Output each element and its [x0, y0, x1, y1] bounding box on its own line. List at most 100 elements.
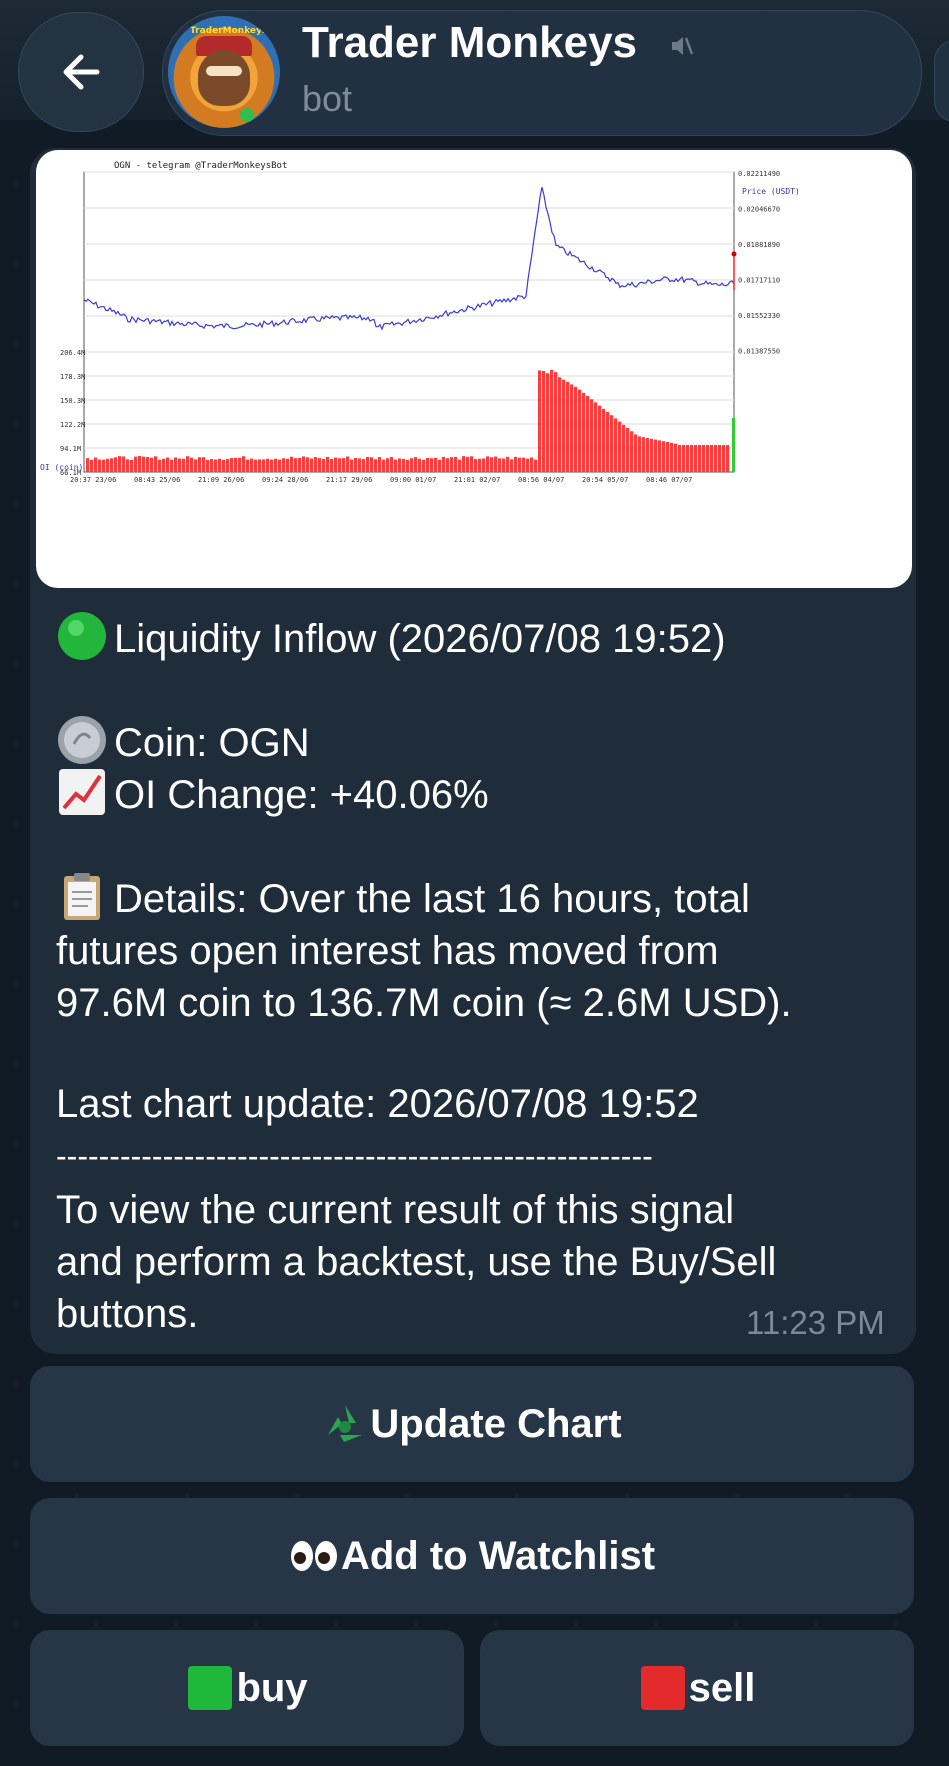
oi-bar: [590, 399, 594, 472]
oi-bar: [238, 457, 242, 472]
oi-bar: [490, 457, 494, 472]
oi-bar: [446, 458, 450, 472]
oi-tick-label: 178.3M: [60, 373, 85, 381]
clipboard-icon: [64, 873, 100, 920]
oi-bar: [614, 418, 618, 472]
bot-avatar[interactable]: TraderMonkeysBot: [168, 16, 280, 128]
oi-bar: [706, 445, 710, 472]
green-square-icon: [188, 1666, 233, 1710]
price-tick-label: 0.01881890: [738, 241, 780, 249]
oi-bar: [642, 437, 646, 472]
oi-bar: [474, 459, 478, 472]
oi-bar: [578, 389, 582, 472]
oi-bar: [626, 428, 630, 472]
oi-bar: [526, 458, 530, 472]
oi-bar: [142, 456, 146, 472]
oi-bar: [434, 457, 438, 472]
message-headline: Liquidity Inflow (2026/07/08 19:52): [56, 610, 896, 665]
x-tick-label: 08:56 04/07: [518, 476, 564, 484]
price-tick-label: 0.02046670: [738, 206, 780, 214]
oi-bar: [462, 456, 466, 472]
oi-bar: [194, 459, 198, 472]
oi-bar: [482, 458, 486, 472]
oi-bar: [606, 412, 610, 472]
oi-bar: [242, 456, 246, 472]
oi-bar: [546, 373, 550, 472]
oi-bar: [170, 459, 174, 472]
oi-bar: [582, 392, 586, 472]
update-chart-button[interactable]: Update Chart: [30, 1366, 914, 1482]
oi-bar: [438, 459, 442, 472]
sell-label: sell: [688, 1665, 756, 1710]
eyes-icon: [290, 1541, 337, 1571]
oi-bar: [594, 402, 598, 472]
price-tick-label: 0.01387550: [738, 348, 780, 356]
oi-bar: [478, 458, 482, 472]
add-to-watchlist-button[interactable]: Add to Watchlist: [30, 1498, 914, 1614]
oi-bar: [498, 458, 502, 472]
message-time: 11:23 PM: [746, 1304, 885, 1341]
oi-bar: [218, 458, 222, 472]
oi-bar: [338, 458, 342, 472]
price-tick-label: 0.01717110: [738, 277, 780, 285]
oi-bar: [178, 458, 182, 472]
oi-bar: [538, 370, 542, 472]
red-square-icon: [640, 1666, 685, 1710]
oi-bar: [510, 459, 514, 472]
oi-bar: [290, 456, 294, 472]
back-button[interactable]: [18, 12, 144, 132]
oi-bar: [210, 459, 214, 472]
oi-bar: [522, 457, 526, 472]
x-tick-label: 08:43 25/06: [134, 476, 180, 484]
oi-change-line: OI Change: +40.06%: [56, 766, 896, 821]
oi-bar: [318, 458, 322, 472]
oi-bar: [430, 458, 434, 472]
oi-bar: [630, 431, 634, 472]
oi-bar: [562, 379, 566, 472]
oi-bar: [518, 457, 522, 472]
oi-bar: [174, 457, 178, 472]
oi-bar: [574, 386, 578, 472]
oi-bar: [414, 457, 418, 472]
oi-bar: [550, 369, 554, 472]
oi-bar: [426, 458, 430, 472]
sell-button[interactable]: sell: [480, 1630, 914, 1746]
details-paragraph: Details: Over the last 16 hours, total f…: [56, 870, 896, 1029]
details-line-2: futures open interest has moved from: [56, 929, 719, 973]
oi-bar: [418, 458, 422, 472]
oi-bar: [274, 458, 278, 472]
oi-bar: [450, 457, 454, 472]
footer-line-2: and perform a backtest, use the Buy/Sell: [56, 1240, 777, 1284]
oi-tick-label: 122.2M: [60, 421, 85, 429]
oi-bar: [118, 456, 122, 472]
divider-line: ----------------------------------------…: [56, 1138, 653, 1174]
oi-bar: [726, 445, 730, 472]
chart-image[interactable]: OGN - telegram @TraderMonkeysBot Price (…: [36, 150, 912, 588]
buy-label: buy: [236, 1665, 308, 1710]
oi-bar: [198, 457, 202, 472]
oi-bar: [86, 458, 90, 472]
oi-bar: [202, 457, 206, 472]
oi-bar: [134, 456, 138, 472]
oi-bar: [190, 457, 194, 472]
last-update-line: Last chart update: 2026/07/08 19:52: [56, 1082, 699, 1126]
oi-bar: [710, 445, 714, 472]
header-menu-pill[interactable]: [934, 40, 949, 122]
x-tick-label: 21:17 29/06: [326, 476, 372, 484]
oi-bar: [406, 459, 410, 472]
oi-bar: [570, 384, 574, 472]
last-price-marker: [731, 251, 737, 257]
oi-bar: [354, 458, 358, 472]
oi-bar: [254, 459, 258, 472]
oi-bar: [98, 459, 102, 472]
oi-bar: [246, 459, 250, 472]
oi-bar: [714, 445, 718, 472]
oi-bar: [350, 459, 354, 472]
buy-button[interactable]: buy: [30, 1630, 464, 1746]
price-axis-label: Price (USDT): [742, 187, 800, 196]
oi-bar: [342, 458, 346, 472]
update-chart-label: Update Chart: [370, 1401, 622, 1446]
oi-bar: [566, 382, 570, 472]
oi-bar: [102, 459, 106, 472]
oi-bar: [554, 372, 558, 472]
